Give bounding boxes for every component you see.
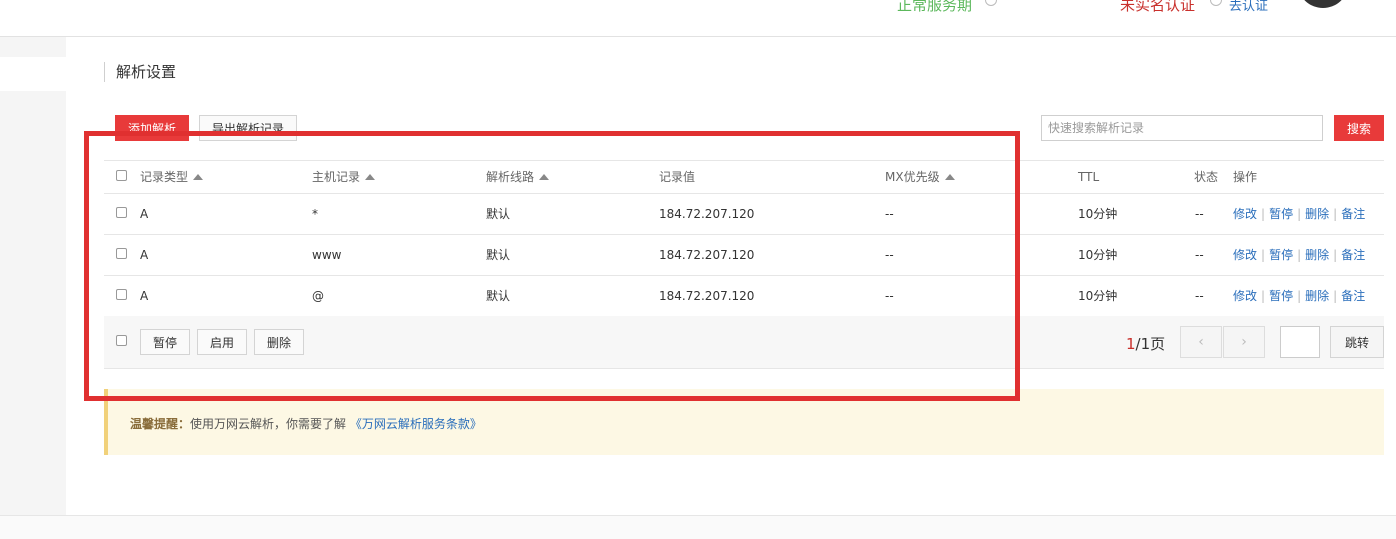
action-separator: | [1261,207,1266,221]
record-type: A [140,207,149,221]
jump-button[interactable]: 跳转 [1330,326,1384,358]
column-header-ttl: TTL [1078,170,1100,184]
bottom-bar [0,515,1396,539]
action-separator: | [1297,289,1302,303]
record-host: www [312,248,342,262]
notice-banner: 温馨提醒：使用万网云解析，你需要了解 《万网云解析服务条款》 [104,389,1384,455]
column-header-value: 记录值 [659,170,696,184]
page-indicator: 1/1页 [1126,333,1165,354]
dns-records-table: 记录类型 主机记录 解析线路 记录值 MX优先级 TTL 状态 操作 A * 默… [104,160,1384,317]
row-checkbox[interactable] [116,289,127,300]
note-link[interactable]: 备注 [1341,289,1365,303]
record-value: 184.72.207.120 [659,248,755,262]
note-link[interactable]: 备注 [1341,248,1365,262]
page-title: 解析设置 [104,62,176,82]
sort-up-icon [365,174,376,180]
record-mx: -- [885,207,894,221]
help-circle-icon[interactable] [1210,0,1222,6]
pause-link[interactable]: 暂停 [1269,289,1293,303]
record-status: -- [1195,207,1204,221]
table-row: A @ 默认 184.72.207.120 -- 10分钟 -- 修改 | 暂停 | 删… [104,276,1384,317]
help-circle-icon[interactable] [985,0,997,6]
note-link[interactable]: 备注 [1341,207,1365,221]
record-line: 默认 [486,289,511,303]
sidebar-selected-item[interactable] [0,57,66,91]
action-separator: | [1261,248,1266,262]
record-host: @ [312,289,324,303]
search-button[interactable]: 搜索 [1334,115,1384,141]
column-header-mx[interactable]: MX优先级 [885,161,955,193]
row-checkbox[interactable] [116,248,127,259]
pause-link[interactable]: 暂停 [1269,248,1293,262]
top-bar: 正常服务期 未实名认证 去认证 [0,0,1396,37]
record-type: A [140,289,149,303]
action-separator: | [1333,289,1338,303]
record-line: 默认 [486,207,511,221]
pause-link[interactable]: 暂停 [1269,207,1293,221]
record-mx: -- [885,289,894,303]
table-footer: 暂停 启用 删除 1/1页 ‹ › 跳转 [104,316,1384,369]
sort-up-icon [944,174,955,180]
action-separator: | [1297,207,1302,221]
edit-link[interactable]: 修改 [1233,289,1257,303]
batch-enable-button[interactable]: 启用 [197,329,247,355]
add-record-button[interactable]: 添加解析 [115,115,189,141]
notice-message: 使用万网云解析，你需要了解 [190,417,347,431]
sort-up-icon [539,174,550,180]
edit-link[interactable]: 修改 [1233,248,1257,262]
avatar[interactable] [1298,0,1348,8]
column-header-status: 状态 [1194,170,1219,184]
column-header-type[interactable]: 记录类型 [140,161,204,193]
delete-link[interactable]: 删除 [1305,207,1329,221]
table-row: A www 默认 184.72.207.120 -- 10分钟 -- 修改 | 暂停… [104,235,1384,276]
record-status: -- [1195,248,1204,262]
record-ttl: 10分钟 [1078,289,1118,303]
table-header-row: 记录类型 主机记录 解析线路 记录值 MX优先级 TTL 状态 操作 [104,160,1384,194]
next-page-icon[interactable]: › [1223,326,1265,358]
column-header-line[interactable]: 解析线路 [486,161,550,193]
select-all-checkbox[interactable] [116,335,127,346]
search-input[interactable]: 快速搜索解析记录 [1041,115,1323,141]
column-header-host[interactable]: 主机记录 [312,161,376,193]
column-header-ops: 操作 [1233,170,1258,184]
record-status: -- [1195,289,1204,303]
export-records-button[interactable]: 导出解析记录 [199,115,297,141]
delete-link[interactable]: 删除 [1305,289,1329,303]
record-ttl: 10分钟 [1078,207,1118,221]
record-host: * [312,207,318,221]
batch-delete-button[interactable]: 删除 [254,329,304,355]
record-line: 默认 [486,248,511,262]
terms-link[interactable]: 《万网云解析服务条款》 [350,417,482,431]
record-mx: -- [885,248,894,262]
page-number-input[interactable] [1280,326,1320,358]
auth-link[interactable]: 去认证 [1229,0,1268,14]
record-value: 184.72.207.120 [659,289,755,303]
select-all-checkbox[interactable] [116,170,127,181]
action-separator: | [1297,248,1302,262]
auth-status: 未实名认证 [1120,0,1196,14]
service-status: 正常服务期 [897,0,973,14]
record-type: A [140,248,149,262]
total-pages: /1页 [1135,335,1166,353]
table-row: A * 默认 184.72.207.120 -- 10分钟 -- 修改 | 暂停 | 删… [104,194,1384,235]
prev-page-icon[interactable]: ‹ [1180,326,1222,358]
record-value: 184.72.207.120 [659,207,755,221]
notice-text: 温馨提醒：使用万网云解析，你需要了解 《万网云解析服务条款》 [130,415,482,432]
row-actions: 修改 | 暂停 | 删除 | 备注 [1233,235,1365,275]
record-ttl: 10分钟 [1078,248,1118,262]
delete-link[interactable]: 删除 [1305,248,1329,262]
action-separator: | [1261,289,1266,303]
row-actions: 修改 | 暂停 | 删除 | 备注 [1233,194,1365,234]
row-actions: 修改 | 暂停 | 删除 | 备注 [1233,276,1365,316]
row-checkbox[interactable] [116,207,127,218]
current-page: 1 [1126,335,1136,353]
left-sidebar [0,37,66,515]
sort-up-icon [193,174,204,180]
batch-pause-button[interactable]: 暂停 [140,329,190,355]
action-separator: | [1333,248,1338,262]
edit-link[interactable]: 修改 [1233,207,1257,221]
action-separator: | [1333,207,1338,221]
notice-label: 温馨提醒： [130,417,191,431]
